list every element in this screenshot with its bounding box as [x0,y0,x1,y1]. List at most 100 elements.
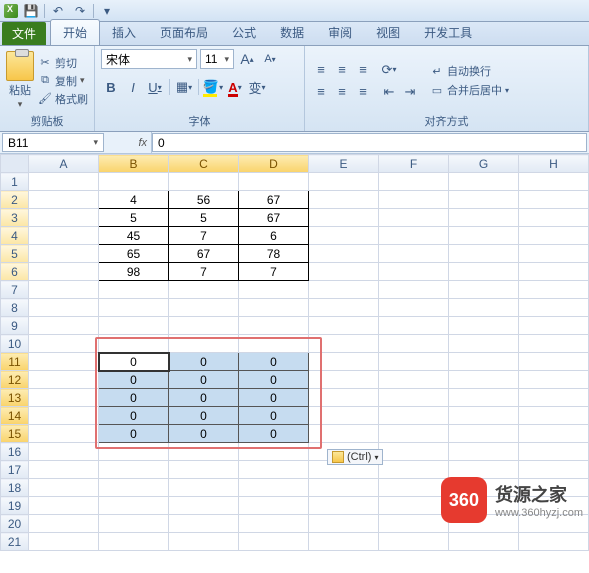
cell-C6[interactable]: 7 [169,263,239,281]
cell-D4[interactable]: 6 [239,227,309,245]
cell-B16[interactable] [99,443,169,461]
cell-G16[interactable] [449,443,519,461]
paste-button[interactable]: 粘贴 ▾ [6,51,34,110]
cell-E21[interactable] [309,533,379,551]
row-header-6[interactable]: 6 [1,263,29,281]
row-header-7[interactable]: 7 [1,281,29,299]
font-color-button[interactable]: A▾ [225,77,245,97]
cell-F6[interactable] [379,263,449,281]
paste-options-button[interactable]: (Ctrl) ▾ [327,449,383,465]
cell-E10[interactable] [309,335,379,353]
row-header-14[interactable]: 14 [1,407,29,425]
align-left-button[interactable]: ≡ [311,82,331,102]
phonetic-button[interactable]: 变▾ [247,77,267,97]
cell-E13[interactable] [309,389,379,407]
cell-A21[interactable] [29,533,99,551]
cell-E19[interactable] [309,497,379,515]
cell-A18[interactable] [29,479,99,497]
cell-B1[interactable] [99,173,169,191]
orientation-button[interactable]: ⟳▾ [379,60,399,80]
column-header-H[interactable]: H [519,155,589,173]
cell-F2[interactable] [379,191,449,209]
cell-B9[interactable] [99,317,169,335]
cell-E18[interactable] [309,479,379,497]
cell-A4[interactable] [29,227,99,245]
cell-D13[interactable]: 0 [239,389,309,407]
align-middle-button[interactable]: ≡ [332,60,352,80]
tab-review[interactable]: 审阅 [316,20,364,45]
cell-D1[interactable] [239,173,309,191]
cell-C13[interactable]: 0 [169,389,239,407]
cell-C20[interactable] [169,515,239,533]
cell-B21[interactable] [99,533,169,551]
cell-D11[interactable]: 0 [239,353,309,371]
borders-button[interactable]: ▦▾ [174,77,194,97]
cell-F17[interactable] [379,461,449,479]
row-header-2[interactable]: 2 [1,191,29,209]
cell-E15[interactable] [309,425,379,443]
cell-B6[interactable]: 98 [99,263,169,281]
cell-F19[interactable] [379,497,449,515]
cell-E2[interactable] [309,191,379,209]
column-header-F[interactable]: F [379,155,449,173]
cell-F9[interactable] [379,317,449,335]
cell-C14[interactable]: 0 [169,407,239,425]
cell-C18[interactable] [169,479,239,497]
cell-H8[interactable] [519,299,589,317]
cell-H3[interactable] [519,209,589,227]
cell-H14[interactable] [519,407,589,425]
cell-G9[interactable] [449,317,519,335]
decrease-indent-button[interactable]: ⇤ [379,82,399,102]
cell-C17[interactable] [169,461,239,479]
cell-E6[interactable] [309,263,379,281]
cell-E1[interactable] [309,173,379,191]
cell-D16[interactable] [239,443,309,461]
cell-A12[interactable] [29,371,99,389]
cell-A9[interactable] [29,317,99,335]
cell-C21[interactable] [169,533,239,551]
cell-F7[interactable] [379,281,449,299]
underline-button[interactable]: U▾ [145,77,165,97]
tab-developer[interactable]: 开发工具 [412,20,484,45]
cell-C3[interactable]: 5 [169,209,239,227]
tab-insert[interactable]: 插入 [100,20,148,45]
cell-A5[interactable] [29,245,99,263]
undo-button[interactable]: ↶ [49,2,67,20]
cell-E4[interactable] [309,227,379,245]
cell-H7[interactable] [519,281,589,299]
cell-G7[interactable] [449,281,519,299]
cell-G14[interactable] [449,407,519,425]
row-header-15[interactable]: 15 [1,425,29,443]
formula-input[interactable]: 0 [152,133,587,152]
cell-G17[interactable] [449,461,519,479]
cell-F1[interactable] [379,173,449,191]
cell-B11[interactable]: 0 [99,353,169,371]
cell-E14[interactable] [309,407,379,425]
cell-A7[interactable] [29,281,99,299]
tab-page-layout[interactable]: 页面布局 [148,20,220,45]
cell-C8[interactable] [169,299,239,317]
row-header-5[interactable]: 5 [1,245,29,263]
cell-F15[interactable] [379,425,449,443]
tab-formulas[interactable]: 公式 [220,20,268,45]
cell-H5[interactable] [519,245,589,263]
qat-more-button[interactable]: ▾ [98,2,116,20]
select-all-corner[interactable] [1,155,29,173]
cell-B4[interactable]: 45 [99,227,169,245]
cell-B7[interactable] [99,281,169,299]
cell-G11[interactable] [449,353,519,371]
row-header-1[interactable]: 1 [1,173,29,191]
cell-A2[interactable] [29,191,99,209]
cell-B10[interactable] [99,335,169,353]
increase-font-button[interactable]: A▴ [237,49,257,69]
cell-C10[interactable] [169,335,239,353]
tab-data[interactable]: 数据 [268,20,316,45]
column-header-D[interactable]: D [239,155,309,173]
tab-file[interactable]: 文件 [2,22,46,45]
row-header-4[interactable]: 4 [1,227,29,245]
cell-F18[interactable] [379,479,449,497]
cell-D6[interactable]: 7 [239,263,309,281]
row-header-17[interactable]: 17 [1,461,29,479]
fill-color-button[interactable]: 🪣▾ [203,77,223,97]
row-header-19[interactable]: 19 [1,497,29,515]
